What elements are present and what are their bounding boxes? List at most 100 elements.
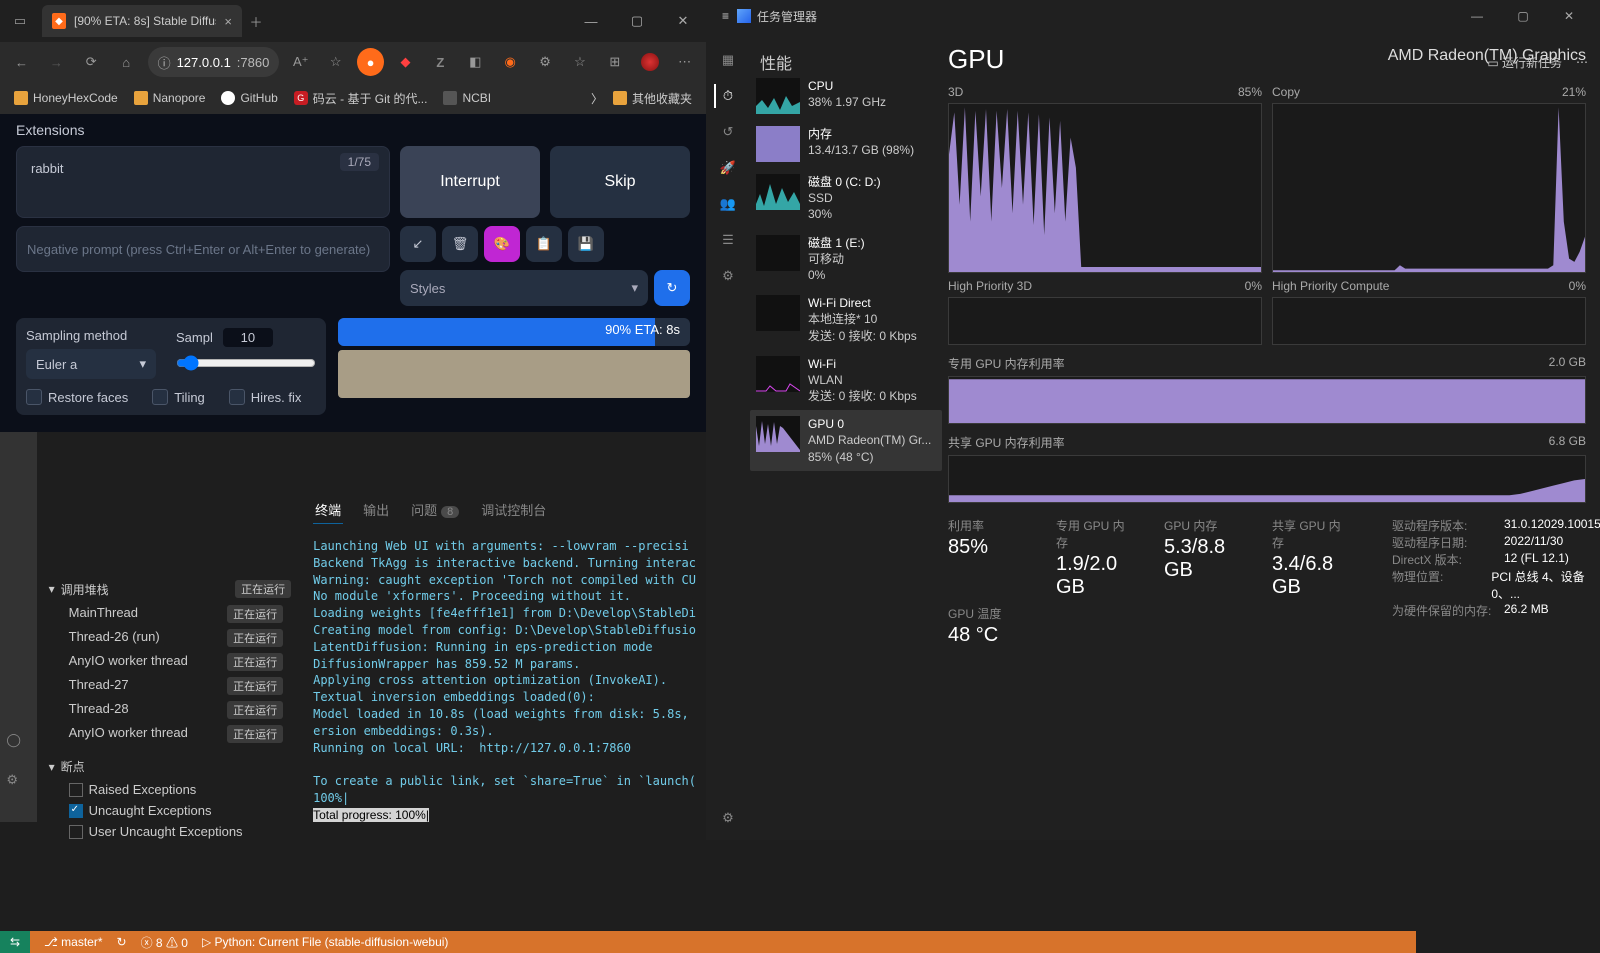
tab-terminal[interactable]: 终端	[313, 496, 343, 524]
hires-checkbox[interactable]	[229, 389, 245, 405]
tab-debug-console[interactable]: 调试控制台	[479, 496, 548, 524]
address-bar[interactable]: ⓘ 127.0.0.1:7860	[148, 47, 280, 77]
other-favorites[interactable]: 其他收藏夹	[607, 88, 698, 109]
tm-main: GPU AMD Radeon(TM) Graphics 3D85% Copy21…	[942, 32, 1600, 840]
rail-users-icon[interactable]: 👥	[716, 192, 740, 216]
breakpoint-item[interactable]: Raised Exceptions	[49, 779, 291, 800]
clipboard-tool-icon[interactable]: 📋	[526, 226, 562, 262]
tm-close-button[interactable]: ✕	[1546, 0, 1592, 32]
tm-maximize-button[interactable]: ▢	[1500, 0, 1546, 32]
save-tool-icon[interactable]: 💾	[568, 226, 604, 262]
bookmark-github[interactable]: GitHub	[215, 89, 283, 107]
rail-processes-icon[interactable]: ▦	[716, 48, 740, 72]
tm-minimize-button[interactable]: —	[1454, 0, 1500, 32]
negative-prompt-input[interactable]: Negative prompt (press Ctrl+Enter or Alt…	[16, 226, 390, 272]
home-icon[interactable]: ⌂	[113, 48, 140, 76]
thread-item[interactable]: Thread-27正在运行	[49, 674, 291, 698]
tm-more-icon[interactable]: ⋯	[1576, 55, 1588, 69]
ext3-icon[interactable]: ◧	[462, 48, 489, 76]
rail-startup-icon[interactable]: 🚀	[716, 156, 740, 180]
tm-hamburger-icon[interactable]: ≡	[714, 9, 737, 23]
rail-settings-icon[interactable]: ⚙	[716, 806, 740, 830]
back-icon[interactable]: ←	[8, 48, 35, 76]
thread-item[interactable]: AnyIO worker thread正在运行	[49, 722, 291, 746]
favorite-icon[interactable]: ☆	[322, 48, 349, 76]
sync-icon[interactable]: ↻	[117, 935, 127, 949]
ext4-icon[interactable]: ◉	[497, 48, 524, 76]
thread-item[interactable]: MainThread正在运行	[49, 602, 291, 626]
browser-titlebar: ▭ ◆ [90% ETA: 8s] Stable Diffusion × ＋ —…	[0, 0, 706, 42]
refresh-styles-icon[interactable]: ↻	[654, 270, 690, 306]
skip-button[interactable]: Skip	[550, 146, 690, 218]
ext5-icon[interactable]: ⚙	[532, 48, 559, 76]
callstack-header[interactable]: 调用堆栈	[61, 581, 109, 598]
restore-faces-checkbox[interactable]	[26, 389, 42, 405]
rail-services-icon[interactable]: ⚙	[716, 264, 740, 288]
maximize-button[interactable]: ▢	[614, 5, 660, 37]
debug-config-status[interactable]: ▷ Python: Current File (stable-diffusion…	[202, 935, 448, 949]
rail-details-icon[interactable]: ☰	[716, 228, 740, 252]
new-tab-button[interactable]: ＋	[242, 7, 270, 35]
bookmark-honeyhexcode[interactable]: HoneyHexCode	[8, 89, 124, 107]
run-new-task-button[interactable]: ▭ 运行新任务	[1487, 54, 1562, 71]
breakpoint-item[interactable]: User Uncaught Exceptions	[49, 821, 291, 842]
styles-select[interactable]: Styles▾	[400, 270, 648, 306]
rail-performance-icon[interactable]: ⏱	[714, 84, 738, 108]
zotero-icon[interactable]: Z	[427, 48, 454, 76]
account-icon[interactable]: ◯	[6, 732, 30, 756]
info-icon[interactable]: ⓘ	[158, 53, 171, 72]
steps-slider[interactable]	[176, 355, 316, 371]
collections-icon[interactable]: ⊞	[601, 48, 628, 76]
tm-title-text: 任务管理器	[757, 8, 817, 25]
close-button[interactable]: ✕	[660, 5, 706, 37]
prompt-input[interactable]: rabbit 1/75	[16, 146, 390, 218]
tiling-checkbox[interactable]	[152, 389, 168, 405]
tab-close-icon[interactable]: ×	[224, 14, 232, 29]
ext1-icon[interactable]: ●	[357, 48, 384, 76]
refresh-icon[interactable]: ⟳	[78, 48, 105, 76]
git-branch[interactable]: ⎇ master*	[44, 935, 103, 949]
favorites-icon[interactable]: ☆	[566, 48, 593, 76]
thread-item[interactable]: Thread-26 (run)正在运行	[49, 626, 291, 650]
thread-item[interactable]: AnyIO worker thread正在运行	[49, 650, 291, 674]
steps-value[interactable]: 10	[223, 328, 273, 347]
tab-problems[interactable]: 问题8	[409, 496, 461, 524]
tm-side-磁盘 0 (C: D:)[interactable]: 磁盘 0 (C: D:)SSD30%	[750, 168, 942, 229]
terminal-output[interactable]: Launching Web UI with arguments: --lowvr…	[303, 530, 706, 822]
tm-side-Wi-Fi[interactable]: Wi-FiWLAN发送: 0 接收: 0 Kbps	[750, 350, 942, 411]
kv-row: 驱动程序日期:2022/11/30	[1392, 534, 1600, 551]
chevron-down-icon[interactable]: ▾	[49, 760, 55, 774]
bookmark-nanopore[interactable]: Nanopore	[128, 89, 212, 107]
minimize-button[interactable]: —	[568, 5, 614, 37]
remote-icon[interactable]: ⇆	[0, 931, 30, 953]
umbrella-icon[interactable]	[636, 48, 663, 76]
interrupt-button[interactable]: Interrupt	[400, 146, 540, 218]
settings-gear-icon[interactable]: ⚙	[6, 772, 30, 796]
breakpoints-header[interactable]: 断点	[61, 758, 85, 775]
tm-side-GPU 0[interactable]: GPU 0AMD Radeon(TM) Gr...85% (48 °C)	[750, 410, 942, 471]
tm-side-Wi-Fi Direct[interactable]: Wi-Fi Direct本地连接* 10发送: 0 接收: 0 Kbps	[750, 289, 942, 350]
menu-icon[interactable]: ⋯	[671, 48, 698, 76]
bookmark-gitee[interactable]: G码云 - 基于 Git 的代...	[288, 88, 434, 109]
chart-shared-mem	[948, 455, 1586, 503]
rail-history-icon[interactable]: ↺	[716, 120, 740, 144]
read-aloud-icon[interactable]: A⁺	[287, 48, 314, 76]
tab-output[interactable]: 输出	[361, 496, 391, 524]
ext2-icon[interactable]: ◆	[392, 48, 419, 76]
tm-side-磁盘 1 (E:)[interactable]: 磁盘 1 (E:)可移动0%	[750, 229, 942, 290]
bookmark-ncbi[interactable]: NCBI	[437, 89, 497, 107]
tm-side-内存[interactable]: 内存13.4/13.7 GB (98%)	[750, 120, 942, 168]
trash-tool-icon[interactable]: 🗑	[442, 226, 478, 262]
browser-tab[interactable]: ◆ [90% ETA: 8s] Stable Diffusion ×	[42, 5, 242, 37]
problems-status[interactable]: ⓧ 8 ⚠ 0	[141, 934, 188, 951]
tab-actions-icon[interactable]: ▭	[6, 7, 34, 35]
breakpoint-item[interactable]: Uncaught Exceptions	[49, 800, 291, 821]
chevron-down-icon[interactable]: ▾	[49, 582, 55, 596]
arrow-tool-icon[interactable]: ↙	[400, 226, 436, 262]
overflow-icon[interactable]: 〉	[591, 90, 603, 107]
art-tool-icon[interactable]: 🎨	[484, 226, 520, 262]
extensions-label[interactable]: Extensions	[16, 114, 690, 146]
sampler-select[interactable]: Euler a▾	[26, 349, 156, 379]
stat-利用率: 利用率85%	[948, 517, 1028, 599]
thread-item[interactable]: Thread-28正在运行	[49, 698, 291, 722]
